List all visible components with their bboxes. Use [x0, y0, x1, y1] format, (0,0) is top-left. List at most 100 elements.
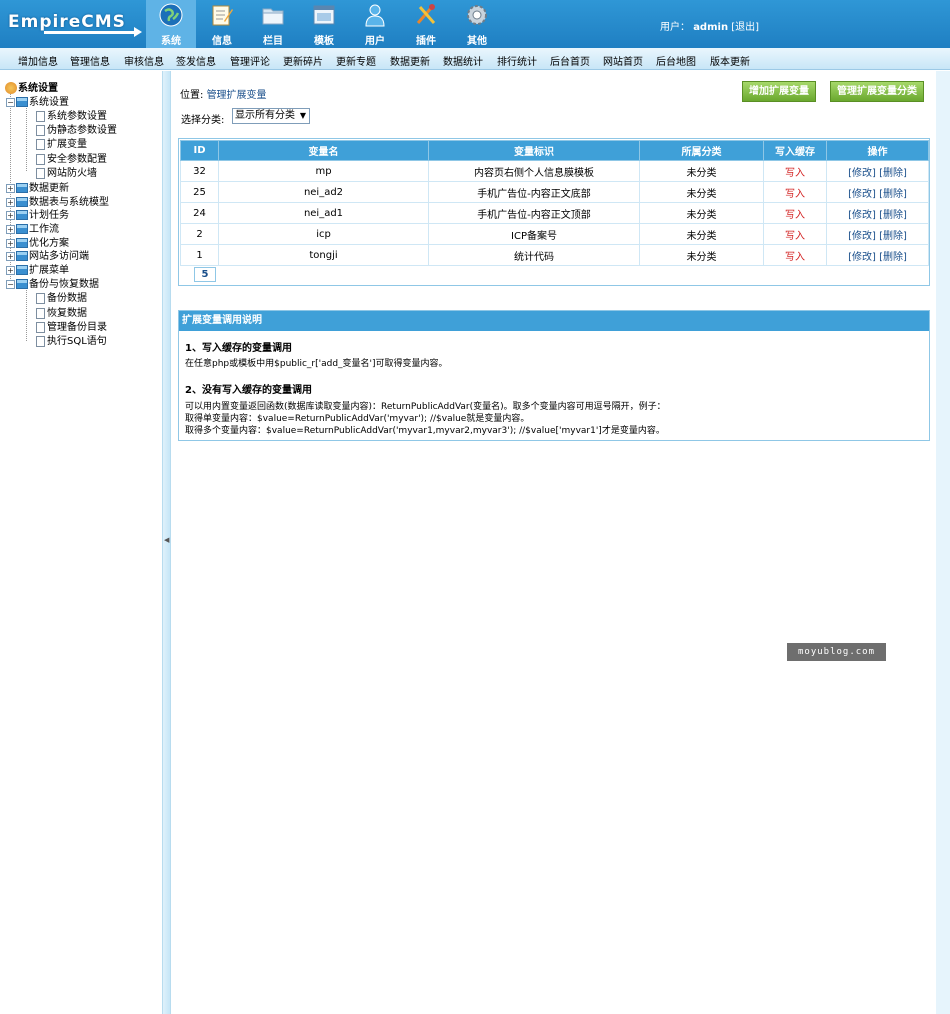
tree-item-rewrite-params[interactable]: 伪静态参数设置 — [36, 121, 117, 136]
manage-var-class-button[interactable]: 管理扩展变量分类 — [830, 81, 924, 102]
topnav-other[interactable]: 其他 — [452, 0, 502, 48]
edit-link[interactable]: [修改] — [848, 168, 876, 179]
cell-var-name: icp — [218, 223, 429, 245]
topnav-column[interactable]: 栏目 — [248, 0, 298, 48]
tree-item-extended-vars[interactable]: 扩展变量 — [36, 135, 87, 150]
help-heading-cached: 1、写入缓存的变量调用 — [185, 343, 292, 354]
folder-icon — [16, 97, 28, 107]
page-icon — [36, 307, 45, 319]
tree-group-data-update[interactable]: + 数据更新 — [6, 179, 69, 194]
filter-label: 选择分类: — [181, 115, 225, 126]
page-icon — [36, 167, 45, 179]
menu-sign-info[interactable]: 签发信息 — [176, 53, 216, 68]
menu-ranking-stats[interactable]: 排行统计 — [497, 53, 537, 68]
cell-var-name: nei_ad1 — [218, 202, 429, 224]
delete-link[interactable]: [删除] — [879, 189, 907, 200]
tree-item-exec-sql[interactable]: 执行SQL语句 — [36, 332, 107, 347]
category-select[interactable]: 显示所有分类 — [232, 108, 310, 124]
delete-link[interactable]: [删除] — [879, 168, 907, 179]
edit-link[interactable]: [修改] — [848, 252, 876, 263]
menu-manage-info[interactable]: 管理信息 — [70, 53, 110, 68]
tree-group-workflow[interactable]: + 工作流 — [6, 220, 59, 235]
cell-id: 2 — [180, 223, 219, 245]
collapse-icon: − — [6, 97, 15, 107]
tree-item-security-params[interactable]: 安全参数配置 — [36, 150, 107, 165]
tree-item-firewall[interactable]: 网站防火墙 — [36, 164, 97, 179]
logo-text: EmpireCMS — [8, 12, 126, 32]
user-info: 用户： admin [退出] — [660, 18, 759, 33]
tree-group-backup-restore[interactable]: − 备份与恢复数据 — [6, 275, 99, 290]
table-row: 24 nei_ad1 手机广告位-内容正文顶部 未分类 写入 [修改] [删除] — [180, 202, 929, 224]
table-row: 2 icp ICP备案号 未分类 写入 [修改] [删除] — [180, 223, 929, 245]
menu-manage-comments[interactable]: 管理评论 — [230, 53, 270, 68]
watermark: moyublog.com — [787, 643, 886, 661]
expand-icon: + — [6, 224, 15, 234]
help-title: 扩展变量调用说明 — [179, 311, 929, 331]
help-heading-uncached: 2、没有写入缓存的变量调用 — [185, 385, 312, 396]
tree-item-restore-data[interactable]: 恢复数据 — [36, 304, 87, 319]
edit-link[interactable]: [修改] — [848, 210, 876, 221]
sidebar-tree: 系统设置 − 系统设置 系统参数设置 伪静态参数设置 扩展变量 安全参数配置 网站… — [0, 71, 162, 1014]
tree-item-manage-backup-dir[interactable]: 管理备份目录 — [36, 318, 107, 333]
cell-var-label: 手机广告位-内容正文底部 — [428, 181, 640, 203]
menu-add-info[interactable]: 增加信息 — [18, 53, 58, 68]
menu-site-home[interactable]: 网站首页 — [603, 53, 643, 68]
edit-link[interactable]: [修改] — [848, 231, 876, 242]
menu-update-topics[interactable]: 更新专题 — [336, 53, 376, 68]
help-text-cached: 在任意php或模板中用$public_r['add_变量名']可取得变量内容。 — [185, 359, 448, 369]
topnav-system[interactable]: 系统 — [146, 0, 196, 48]
tree-group-extended-menu[interactable]: + 扩展菜单 — [6, 261, 69, 276]
expand-icon: + — [6, 210, 15, 220]
menu-data-update[interactable]: 数据更新 — [390, 53, 430, 68]
delete-link[interactable]: [删除] — [879, 210, 907, 221]
cell-category: 未分类 — [639, 202, 764, 224]
user-label: 用户： — [660, 22, 690, 33]
sidebar-splitter[interactable]: ◀ — [162, 71, 171, 1014]
pagination-page[interactable]: 5 — [194, 267, 216, 282]
menu-version-update[interactable]: 版本更新 — [710, 53, 750, 68]
document-edit-icon — [212, 5, 233, 26]
expand-icon: + — [6, 265, 15, 275]
edit-link[interactable]: [修改] — [848, 189, 876, 200]
menu-data-stats[interactable]: 数据统计 — [443, 53, 483, 68]
logout-link[interactable]: [退出] — [731, 22, 759, 33]
tools-icon — [416, 4, 436, 24]
topnav-plugin[interactable]: 插件 — [401, 0, 451, 48]
tree-item-system-params[interactable]: 系统参数设置 — [36, 107, 107, 122]
folder-icon — [16, 224, 28, 234]
tree-group-scheduled-tasks[interactable]: + 计划任务 — [6, 206, 69, 221]
right-edge-strip — [936, 71, 950, 1014]
cell-actions: [修改] [删除] — [826, 181, 929, 203]
delete-link[interactable]: [删除] — [879, 231, 907, 242]
cell-category: 未分类 — [639, 160, 764, 182]
cell-write-cache: 写入 — [763, 160, 827, 182]
tree-root[interactable]: 系统设置 — [5, 79, 58, 94]
page-icon — [36, 110, 45, 122]
cell-category: 未分类 — [639, 181, 764, 203]
topnav-label: 其他 — [467, 36, 487, 47]
collapse-arrow-icon[interactable]: ◀ — [164, 536, 169, 544]
cell-id: 32 — [180, 160, 219, 182]
breadcrumb-link[interactable]: 管理扩展变量 — [207, 90, 267, 101]
cell-id: 1 — [180, 244, 219, 266]
table-row: 25 nei_ad2 手机广告位-内容正文底部 未分类 写入 [修改] [删除] — [180, 181, 929, 203]
cell-write-cache: 写入 — [763, 181, 827, 203]
cell-id: 25 — [180, 181, 219, 203]
collapse-icon: − — [6, 279, 15, 289]
topnav-user[interactable]: 用户 — [350, 0, 400, 48]
menu-review-info[interactable]: 审核信息 — [124, 53, 164, 68]
tree-item-label: 备份数据 — [47, 293, 87, 304]
tree-item-backup-data[interactable]: 备份数据 — [36, 289, 87, 304]
menu-admin-map[interactable]: 后台地图 — [656, 53, 696, 68]
menu-update-fragments[interactable]: 更新碎片 — [283, 53, 323, 68]
add-extended-var-button[interactable]: 增加扩展变量 — [742, 81, 816, 102]
top-header: EmpireCMS 系统 信息 栏目 模板 用户 插件 其他 用户： admin… — [0, 0, 950, 48]
cell-category: 未分类 — [639, 244, 764, 266]
tree-group-system-settings[interactable]: − 系统设置 — [6, 93, 69, 108]
delete-link[interactable]: [删除] — [879, 252, 907, 263]
topnav-info[interactable]: 信息 — [197, 0, 247, 48]
help-panel: 扩展变量调用说明 1、写入缓存的变量调用 在任意php或模板中用$public_… — [178, 310, 930, 441]
topnav-template[interactable]: 模板 — [299, 0, 349, 48]
menu-admin-home[interactable]: 后台首页 — [550, 53, 590, 68]
tree-group-multi-access[interactable]: + 网站多访问端 — [6, 247, 89, 262]
